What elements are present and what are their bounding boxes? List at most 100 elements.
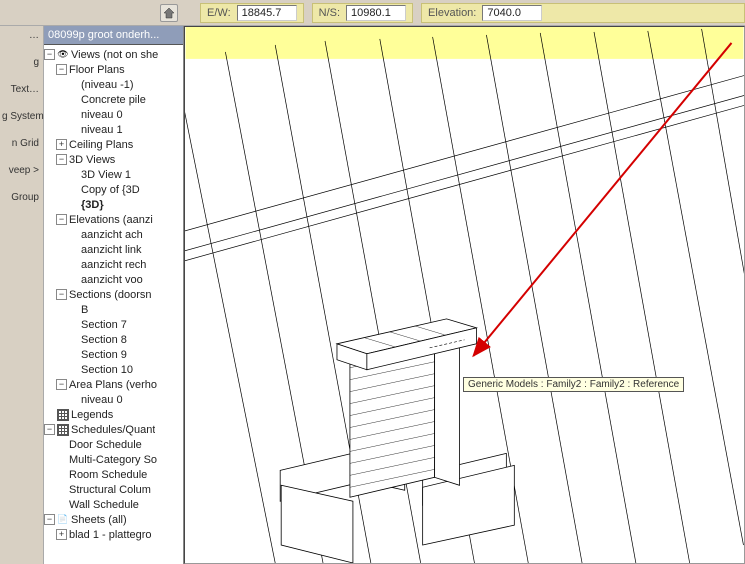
side-btn-group[interactable]: Group — [2, 192, 41, 203]
tree-item[interactable]: Wall Schedule — [44, 497, 183, 512]
side-btn-text[interactable]: Text… — [2, 84, 41, 95]
project-tree[interactable]: −Views (not on she−Floor Plans(niveau -1… — [44, 45, 183, 564]
expander-icon[interactable]: + — [56, 139, 67, 150]
tree-item[interactable]: −Floor Plans — [44, 62, 183, 77]
tree-item[interactable]: Structural Colum — [44, 482, 183, 497]
tree-item-label: Multi-Category So — [69, 454, 157, 466]
tree-item[interactable]: −Sections (doorsn — [44, 287, 183, 302]
expander-spacer — [56, 469, 67, 480]
tree-item-label: Area Plans (verho — [69, 379, 157, 391]
tree-item-label: Elevations (aanzi — [69, 214, 153, 226]
ew-value[interactable]: 18845.7 — [237, 5, 297, 21]
expander-icon[interactable]: − — [44, 514, 55, 525]
expander-spacer — [56, 439, 67, 450]
tree-item[interactable]: aanzicht rech — [44, 257, 183, 272]
tree-item-label: Structural Colum — [69, 484, 151, 496]
expander-spacer — [68, 244, 79, 255]
tree-item[interactable]: −Schedules/Quant — [44, 422, 183, 437]
tree-item[interactable]: niveau 1 — [44, 122, 183, 137]
elev-label: Elevation: — [428, 7, 476, 19]
tree-item-label: Legends — [71, 409, 113, 421]
expander-icon[interactable]: − — [56, 214, 67, 225]
ns-value[interactable]: 10980.1 — [346, 5, 406, 21]
expander-icon[interactable]: − — [56, 289, 67, 300]
side-btn-grid[interactable]: n Grid — [2, 138, 41, 149]
tree-item[interactable]: 3D View 1 — [44, 167, 183, 182]
scene-svg — [185, 27, 744, 563]
expander-icon[interactable]: − — [44, 424, 55, 435]
expander-spacer — [68, 274, 79, 285]
tree-item[interactable]: aanzicht link — [44, 242, 183, 257]
expander-spacer — [68, 94, 79, 105]
tree-item[interactable]: Section 8 — [44, 332, 183, 347]
tree-item[interactable]: −3D Views — [44, 152, 183, 167]
grid-icon — [57, 424, 69, 436]
tree-item-label: B — [81, 304, 88, 316]
tree-item[interactable]: − Views (not on she — [44, 47, 183, 62]
chimney[interactable] — [280, 319, 514, 563]
expander-icon[interactable]: − — [56, 379, 67, 390]
tree-item[interactable]: Legends — [44, 407, 183, 422]
expander-spacer — [68, 319, 79, 330]
side-ellipsis-1[interactable]: … — [2, 30, 41, 41]
expander-icon[interactable]: − — [44, 49, 55, 60]
expander-spacer — [68, 109, 79, 120]
ew-label: E/W: — [207, 7, 231, 19]
expander-spacer — [68, 79, 79, 90]
tree-item[interactable]: −Elevations (aanzi — [44, 212, 183, 227]
tree-item-label: Sheets (all) — [71, 514, 127, 526]
tree-item[interactable]: Copy of {3D — [44, 182, 183, 197]
tree-item-label: aanzicht ach — [81, 229, 143, 241]
3d-viewport[interactable]: Generic Models : Family2 : Family2 : Ref… — [184, 26, 745, 564]
expander-spacer — [68, 394, 79, 405]
tree-item[interactable]: aanzicht ach — [44, 227, 183, 242]
tree-item[interactable]: Section 10 — [44, 362, 183, 377]
tree-item-label: aanzicht link — [81, 244, 142, 256]
tree-item-label: niveau 0 — [81, 394, 123, 406]
tree-item[interactable]: +Ceiling Plans — [44, 137, 183, 152]
tree-item[interactable]: Multi-Category So — [44, 452, 183, 467]
annotation-arrow — [473, 43, 731, 356]
tree-item-label: blad 1 - plattegro — [69, 529, 152, 541]
tree-item[interactable]: (niveau -1) — [44, 77, 183, 92]
tree-item-label: Copy of {3D — [81, 184, 140, 196]
grid-icon — [57, 409, 69, 421]
expander-spacer — [56, 499, 67, 510]
expander-spacer — [56, 454, 67, 465]
tree-item-label: Sections (doorsn — [69, 289, 152, 301]
elev-value[interactable]: 7040.0 — [482, 5, 542, 21]
tree-item[interactable]: Room Schedule — [44, 467, 183, 482]
side-btn-g[interactable]: g — [2, 57, 41, 68]
tree-item-label: Concrete pile — [81, 94, 146, 106]
tree-item[interactable]: Section 9 — [44, 347, 183, 362]
tree-item[interactable]: − Sheets (all) — [44, 512, 183, 527]
tree-item[interactable]: +blad 1 - plattegro — [44, 527, 183, 542]
tree-item[interactable]: niveau 0 — [44, 392, 183, 407]
expander-spacer — [68, 349, 79, 360]
tree-item-label: Floor Plans — [69, 64, 125, 76]
expander-icon[interactable]: + — [56, 529, 67, 540]
tree-item[interactable]: B — [44, 302, 183, 317]
tree-item[interactable]: Section 7 — [44, 317, 183, 332]
ew-coord: E/W: 18845.7 — [200, 3, 304, 23]
tree-item-label: Views (not on she — [71, 49, 158, 61]
tree-item-label: Section 9 — [81, 349, 127, 361]
tree-item[interactable]: {3D} — [44, 197, 183, 212]
expander-spacer — [68, 259, 79, 270]
tree-item[interactable]: niveau 0 — [44, 107, 183, 122]
home-icon[interactable] — [160, 4, 178, 22]
expander-icon[interactable]: − — [56, 64, 67, 75]
left-tool-column: … g Text… g System n Grid veep > Group — [0, 26, 44, 564]
tree-item[interactable]: Door Schedule — [44, 437, 183, 452]
tree-item[interactable]: Concrete pile — [44, 92, 183, 107]
expander-spacer — [68, 169, 79, 180]
expander-spacer — [56, 484, 67, 495]
side-btn-system[interactable]: g System — [2, 111, 41, 122]
expander-icon[interactable]: − — [56, 154, 67, 165]
tree-item-label: aanzicht rech — [81, 259, 146, 271]
tree-item-label: Room Schedule — [69, 469, 147, 481]
tree-item-label: niveau 1 — [81, 124, 123, 136]
tree-item[interactable]: −Area Plans (verho — [44, 377, 183, 392]
tree-item[interactable]: aanzicht voo — [44, 272, 183, 287]
side-btn-sweep[interactable]: veep > — [2, 165, 41, 176]
